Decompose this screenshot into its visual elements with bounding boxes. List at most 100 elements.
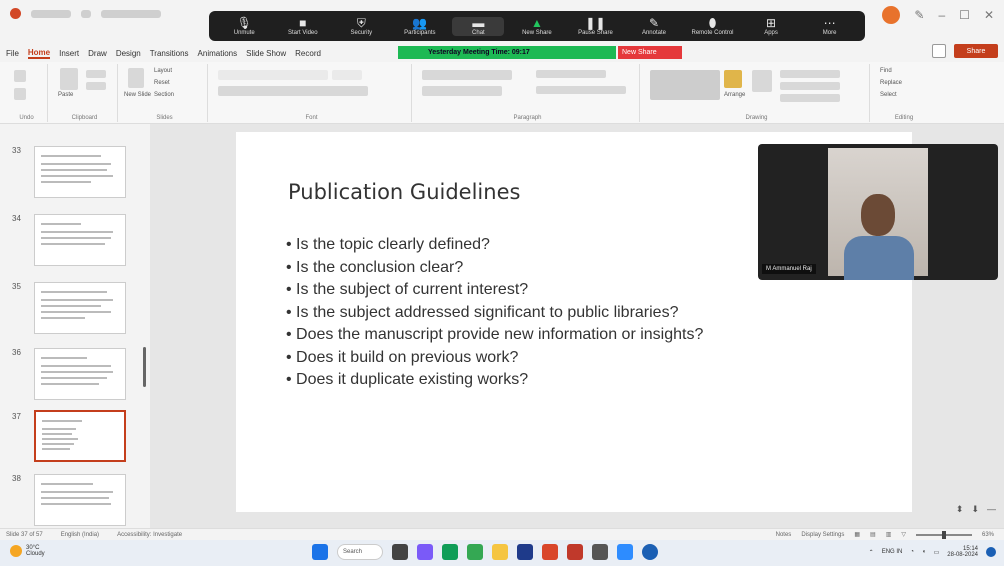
wifi-icon[interactable]: ◔ xyxy=(910,549,914,555)
slideshow-icon[interactable]: ▽ xyxy=(901,531,906,538)
slide-thumbnail[interactable] xyxy=(34,214,126,266)
find-button[interactable]: Find xyxy=(880,68,892,74)
start-video-button[interactable]: ■ Start Video xyxy=(277,16,329,36)
unmute-button[interactable]: 🎙 Unmute xyxy=(218,16,270,36)
slide-bullet-list[interactable]: Is the topic clearly defined? Is the con… xyxy=(286,234,703,392)
tab-home[interactable]: Home xyxy=(27,48,51,59)
tab-record[interactable]: Record xyxy=(295,49,321,58)
section-button[interactable]: Section xyxy=(154,92,174,98)
redo-icon[interactable] xyxy=(14,88,26,100)
chrome-icon[interactable] xyxy=(467,544,483,560)
close-icon[interactable]: ✕ xyxy=(984,8,994,22)
new-slide-icon[interactable] xyxy=(128,68,144,88)
copilot-icon[interactable] xyxy=(417,544,433,560)
user-avatar[interactable] xyxy=(882,6,901,24)
powerpoint-icon[interactable] xyxy=(542,544,558,560)
autosave-toggle[interactable] xyxy=(31,9,71,18)
clock[interactable]: 15:14 28-08-2024 xyxy=(947,546,978,558)
taskbar-search[interactable]: Search xyxy=(337,544,383,560)
task-view-icon[interactable] xyxy=(392,544,408,560)
alignment-buttons[interactable] xyxy=(422,86,502,96)
quick-styles-icon[interactable] xyxy=(752,70,772,92)
language-indicator[interactable]: ENG IN xyxy=(882,549,903,555)
tab-animations[interactable]: Animations xyxy=(198,49,238,58)
copy-icon[interactable] xyxy=(86,82,106,90)
volume-icon[interactable]: ◖ xyxy=(922,549,926,555)
bullet-item: Is the conclusion clear? xyxy=(286,257,703,280)
undo-icon[interactable] xyxy=(14,70,26,82)
notes-button[interactable]: Notes xyxy=(776,532,792,538)
slide-thumbnail-selected[interactable] xyxy=(34,410,126,462)
security-button[interactable]: ⛨ Security xyxy=(335,16,387,36)
new-share-button[interactable]: ▲ New Share xyxy=(511,16,563,36)
app-icon-gray[interactable] xyxy=(592,544,608,560)
notification-icon[interactable] xyxy=(986,547,996,557)
share-button[interactable]: Share xyxy=(954,44,998,58)
participant-video-tile[interactable]: M Ammanuel Raj xyxy=(758,144,998,280)
pause-share-button[interactable]: ❚❚ Pause Share xyxy=(569,16,621,36)
app-icon-blue[interactable] xyxy=(642,544,658,560)
minimize-icon[interactable]: – xyxy=(938,8,945,22)
arrow-down-icon[interactable]: ⬇ xyxy=(971,504,979,515)
paste-icon[interactable] xyxy=(60,68,78,90)
font-formatting-buttons[interactable] xyxy=(218,86,368,96)
weather-widget[interactable]: 30°C Cloudy xyxy=(10,545,45,557)
normal-view-icon[interactable]: ▦ xyxy=(854,531,860,538)
windows-start-icon[interactable] xyxy=(312,544,328,560)
collapse-icon[interactable]: — xyxy=(987,504,996,515)
tab-slide-show[interactable]: Slide Show xyxy=(246,49,286,58)
thumbnail-scrollbar[interactable] xyxy=(143,347,146,387)
pen-icon[interactable]: ✎ xyxy=(914,8,924,22)
accessibility-checker[interactable]: Accessibility: Investigate xyxy=(117,532,182,538)
edge-icon[interactable] xyxy=(442,544,458,560)
text-direction-button[interactable] xyxy=(536,70,606,78)
tab-transitions[interactable]: Transitions xyxy=(150,49,189,58)
shapes-gallery[interactable] xyxy=(650,70,720,100)
zoom-slider[interactable] xyxy=(915,530,972,539)
shape-effects-button[interactable] xyxy=(780,94,840,102)
tab-draw[interactable]: Draw xyxy=(88,49,107,58)
list-buttons[interactable] xyxy=(422,70,512,80)
apps-button[interactable]: ⊞ Apps xyxy=(745,16,797,36)
arrow-up-icon[interactable]: ⬍ xyxy=(956,504,964,515)
stop-share-button[interactable]: New Share xyxy=(618,46,682,59)
chat-button[interactable]: ▬ Chat xyxy=(452,16,505,36)
save-icon[interactable] xyxy=(81,9,91,18)
zoom-level[interactable]: 63% xyxy=(982,532,994,538)
slide-title[interactable]: Publication Guidelines xyxy=(288,180,520,204)
comments-button[interactable] xyxy=(932,44,946,58)
slide-thumbnail[interactable] xyxy=(34,282,126,334)
font-family-select[interactable] xyxy=(218,70,328,80)
participants-button[interactable]: 👥 Participants xyxy=(394,16,446,36)
select-button[interactable]: Select xyxy=(880,92,897,98)
layout-button[interactable]: Layout xyxy=(154,68,172,74)
battery-icon[interactable]: ▭ xyxy=(934,549,940,556)
shape-outline-button[interactable] xyxy=(780,82,840,90)
zoom-icon[interactable] xyxy=(617,544,633,560)
tab-insert[interactable]: Insert xyxy=(59,49,79,58)
app-icon-red[interactable] xyxy=(567,544,583,560)
slide-thumbnail[interactable] xyxy=(34,474,126,526)
annotate-button[interactable]: ✎ Annotate xyxy=(628,16,680,36)
maximize-icon[interactable]: ☐ xyxy=(959,8,970,22)
display-settings-button[interactable]: Display Settings xyxy=(801,532,844,538)
slide-thumbnail[interactable] xyxy=(34,348,126,400)
shape-fill-button[interactable] xyxy=(780,70,840,78)
reading-view-icon[interactable]: ▥ xyxy=(886,531,892,538)
slide-sorter-icon[interactable]: ▤ xyxy=(870,531,876,538)
convert-smartart-button[interactable] xyxy=(536,86,626,94)
language-indicator[interactable]: English (India) xyxy=(61,532,99,538)
file-explorer-icon[interactable] xyxy=(492,544,508,560)
reset-button[interactable]: Reset xyxy=(154,80,170,86)
replace-button[interactable]: Replace xyxy=(880,80,902,86)
tab-file[interactable]: File xyxy=(6,49,19,58)
font-size-select[interactable] xyxy=(332,70,362,80)
tab-design[interactable]: Design xyxy=(116,49,141,58)
arrange-icon[interactable] xyxy=(724,70,742,88)
cut-icon[interactable] xyxy=(86,70,106,78)
store-icon[interactable] xyxy=(517,544,533,560)
slide-thumbnail[interactable] xyxy=(34,146,126,198)
remote-control-button[interactable]: ⬮ Remote Control xyxy=(687,16,739,36)
tray-chevron-icon[interactable]: ⌃ xyxy=(869,549,874,556)
more-button[interactable]: ⋯ More xyxy=(804,16,856,36)
